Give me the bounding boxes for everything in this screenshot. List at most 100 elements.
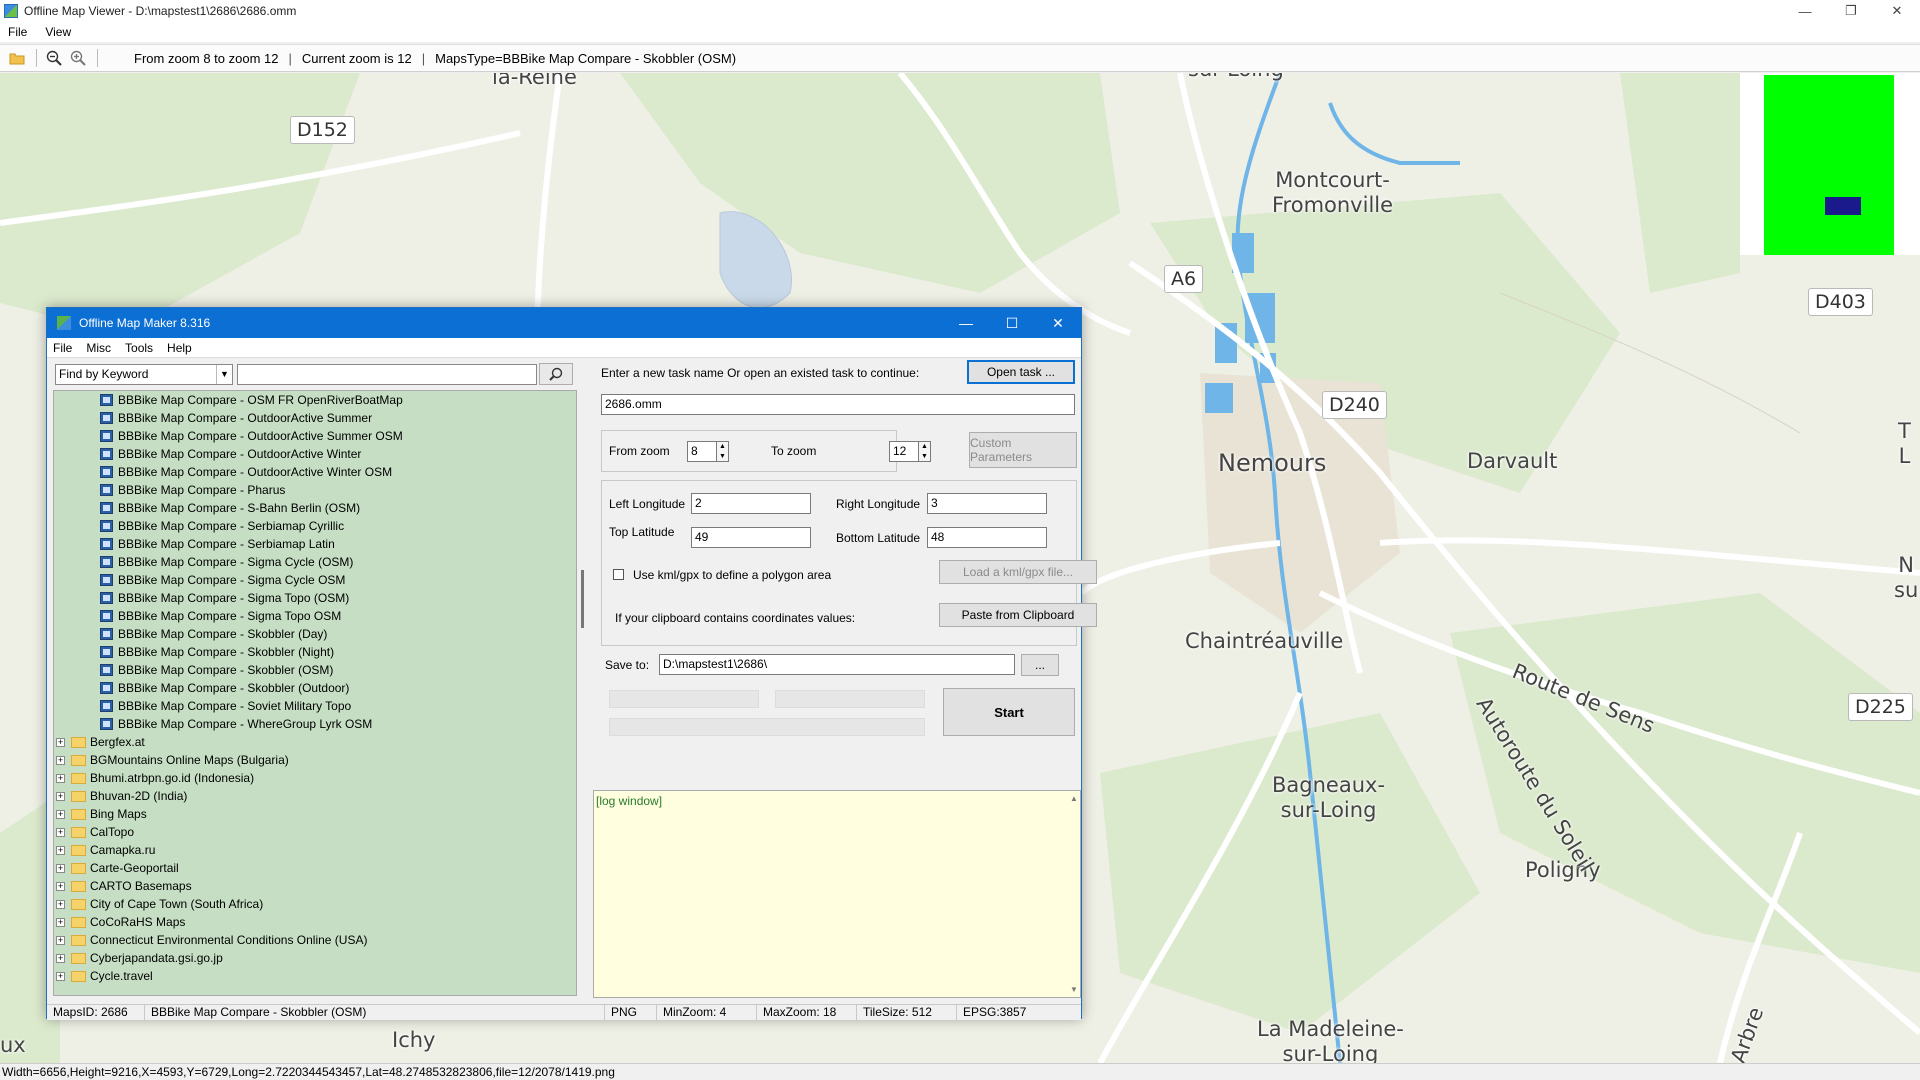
expand-icon[interactable]: + bbox=[56, 791, 65, 801]
tree-map-item[interactable]: BBBike Map Compare - WhereGroup Lyrk OSM bbox=[54, 715, 576, 733]
tree-item-label: BBBike Map Compare - Sigma Cycle (OSM) bbox=[118, 555, 354, 569]
tree-item-label: BBBike Map Compare - WhereGroup Lyrk OSM bbox=[118, 717, 373, 731]
tree-map-item[interactable]: BBBike Map Compare - S-Bahn Berlin (OSM) bbox=[54, 499, 576, 517]
expand-icon[interactable]: + bbox=[56, 935, 65, 945]
task-name-input[interactable]: 2686.omm bbox=[601, 394, 1075, 415]
tree-map-item[interactable]: BBBike Map Compare - Skobbler (Day) bbox=[54, 625, 576, 643]
dialog-menu-help[interactable]: Help bbox=[167, 341, 192, 355]
zoom-out-icon[interactable] bbox=[43, 47, 65, 69]
expand-icon[interactable]: + bbox=[56, 917, 65, 927]
expand-icon[interactable]: + bbox=[56, 845, 65, 855]
toolbar-divider: | bbox=[421, 50, 426, 66]
custom-parameters-button[interactable]: Custom Parameters bbox=[969, 432, 1077, 468]
maps-tree[interactable]: BBBike Map Compare - OSM FR OpenRiverBoa… bbox=[53, 390, 577, 996]
load-kml-button[interactable]: Load a kml/gpx file... bbox=[939, 560, 1097, 584]
from-zoom-stepper[interactable]: ▲ ▼ bbox=[717, 441, 729, 462]
app-icon bbox=[4, 4, 18, 18]
dialog-menu-misc[interactable]: Misc bbox=[86, 341, 111, 355]
tree-map-item[interactable]: BBBike Map Compare - Skobbler (Night) bbox=[54, 643, 576, 661]
to-zoom-stepper[interactable]: ▲ ▼ bbox=[919, 441, 931, 462]
right-longitude-label: Right Longitude bbox=[836, 497, 921, 511]
tree-map-item[interactable]: BBBike Map Compare - Serbiamap Cyrillic bbox=[54, 517, 576, 535]
expand-icon[interactable]: + bbox=[56, 773, 65, 783]
tree-map-item[interactable]: BBBike Map Compare - Serbiamap Latin bbox=[54, 535, 576, 553]
tree-map-item[interactable]: BBBike Map Compare - Sigma Topo (OSM) bbox=[54, 589, 576, 607]
tree-folder[interactable]: + CoCoRaHS Maps bbox=[54, 913, 576, 931]
tree-map-item[interactable]: BBBike Map Compare - Pharus bbox=[54, 481, 576, 499]
menu-file[interactable]: File bbox=[8, 25, 27, 39]
save-path-input[interactable]: D:\mapstest1\2686\ bbox=[659, 654, 1015, 675]
place-label: Nemours bbox=[1218, 449, 1327, 477]
expand-icon[interactable]: + bbox=[56, 827, 65, 837]
expand-icon[interactable]: + bbox=[56, 881, 65, 891]
tree-map-item[interactable]: BBBike Map Compare - OutdoorActive Winte… bbox=[54, 445, 576, 463]
dialog-close-button[interactable]: ✕ bbox=[1035, 308, 1081, 338]
paste-clipboard-button[interactable]: Paste from Clipboard bbox=[939, 603, 1097, 627]
scrollbar-thumb[interactable] bbox=[581, 570, 584, 628]
tree-folder-label: CARTO Basemaps bbox=[90, 879, 192, 893]
browse-button[interactable]: ... bbox=[1021, 654, 1059, 676]
tree-map-item[interactable]: BBBike Map Compare - OSM FR OpenRiverBoa… bbox=[54, 391, 576, 409]
tree-map-item[interactable]: BBBike Map Compare - Soviet Military Top… bbox=[54, 697, 576, 715]
tree-map-item[interactable]: BBBike Map Compare - OutdoorActive Summe… bbox=[54, 409, 576, 427]
tree-folder[interactable]: + Bing Maps bbox=[54, 805, 576, 823]
tree-map-item[interactable]: BBBike Map Compare - Sigma Cycle (OSM) bbox=[54, 553, 576, 571]
tree-folder-label: CoCoRaHS Maps bbox=[90, 915, 186, 929]
expand-icon[interactable]: + bbox=[56, 755, 65, 765]
dialog-maximize-button[interactable]: ☐ bbox=[989, 308, 1035, 338]
tree-folder[interactable]: + BGMountains Online Maps (Bulgaria) bbox=[54, 751, 576, 769]
viewer-menubar: File View bbox=[0, 22, 1920, 42]
tree-folder[interactable]: + City of Cape Town (South Africa) bbox=[54, 895, 576, 913]
right-longitude-input[interactable]: 3 bbox=[927, 493, 1047, 514]
dialog-menu-tools[interactable]: Tools bbox=[125, 341, 153, 355]
tree-map-item[interactable]: BBBike Map Compare - Sigma Cycle OSM bbox=[54, 571, 576, 589]
search-button[interactable] bbox=[539, 363, 573, 385]
find-mode-select[interactable]: Find by Keyword ▼ bbox=[55, 363, 233, 385]
expand-icon[interactable]: + bbox=[56, 863, 65, 873]
expand-icon[interactable]: + bbox=[56, 971, 65, 981]
expand-icon[interactable]: + bbox=[56, 737, 65, 747]
tree-folder[interactable]: + CARTO Basemaps bbox=[54, 877, 576, 895]
tree-folder[interactable]: + Bhuvan-2D (India) bbox=[54, 787, 576, 805]
tree-map-item[interactable]: BBBike Map Compare - Skobbler (Outdoor) bbox=[54, 679, 576, 697]
expand-icon[interactable]: + bbox=[56, 809, 65, 819]
viewer-titlebar: Offline Map Viewer - D:\mapstest1\2686\2… bbox=[0, 0, 1920, 22]
open-task-button[interactable]: Open task ... bbox=[967, 360, 1075, 384]
use-kml-checkbox[interactable] bbox=[613, 569, 624, 580]
tree-map-item[interactable]: BBBike Map Compare - Skobbler (OSM) bbox=[54, 661, 576, 679]
from-zoom-input[interactable]: 8 bbox=[687, 441, 717, 462]
to-zoom-input[interactable]: 12 bbox=[889, 441, 919, 462]
tree-folder[interactable]: + Bergfex.at bbox=[54, 733, 576, 751]
map-icon bbox=[100, 700, 113, 712]
start-button[interactable]: Start bbox=[943, 688, 1075, 736]
dialog-titlebar[interactable]: Offline Map Maker 8.316 — ☐ ✕ bbox=[47, 308, 1081, 338]
dialog-minimize-button[interactable]: — bbox=[943, 308, 989, 338]
expand-icon[interactable]: + bbox=[56, 953, 65, 963]
minimize-button[interactable]: — bbox=[1782, 0, 1828, 22]
bottom-latitude-input[interactable]: 48 bbox=[927, 527, 1047, 548]
tree-folder[interactable]: + Cycle.travel bbox=[54, 967, 576, 985]
zoom-in-icon[interactable] bbox=[67, 47, 89, 69]
tree-scrollbar[interactable] bbox=[579, 390, 587, 996]
menu-view[interactable]: View bbox=[45, 25, 71, 39]
dialog-menu-file[interactable]: File bbox=[53, 341, 72, 355]
expand-icon[interactable]: + bbox=[56, 899, 65, 909]
tree-folder[interactable]: + CalTopo bbox=[54, 823, 576, 841]
tree-map-item[interactable]: BBBike Map Compare - OutdoorActive Winte… bbox=[54, 463, 576, 481]
restore-button[interactable]: ❐ bbox=[1828, 0, 1874, 22]
log-window[interactable]: [log window] ▲ ▼ bbox=[593, 790, 1081, 998]
top-latitude-input[interactable]: 49 bbox=[691, 527, 811, 548]
tree-folder[interactable]: + Cyberjapandata.gsi.go.jp bbox=[54, 949, 576, 967]
tree-folder[interactable]: + Carte-Geoportail bbox=[54, 859, 576, 877]
tree-map-item[interactable]: BBBike Map Compare - OutdoorActive Summe… bbox=[54, 427, 576, 445]
open-folder-icon[interactable] bbox=[6, 47, 28, 69]
tree-folder[interactable]: + Bhumi.atrbpn.go.id (Indonesia) bbox=[54, 769, 576, 787]
tree-folder[interactable]: + Camapka.ru bbox=[54, 841, 576, 859]
tree-map-item[interactable]: BBBike Map Compare - Sigma Topo OSM bbox=[54, 607, 576, 625]
close-button[interactable]: ✕ bbox=[1874, 0, 1920, 22]
find-keyword-input[interactable] bbox=[237, 363, 537, 385]
tree-folder[interactable]: + Connecticut Environmental Conditions On… bbox=[54, 931, 576, 949]
log-scrollbar[interactable]: ▲ ▼ bbox=[1068, 791, 1080, 997]
overview-minimap[interactable] bbox=[1740, 73, 1920, 255]
left-longitude-input[interactable]: 2 bbox=[691, 493, 811, 514]
